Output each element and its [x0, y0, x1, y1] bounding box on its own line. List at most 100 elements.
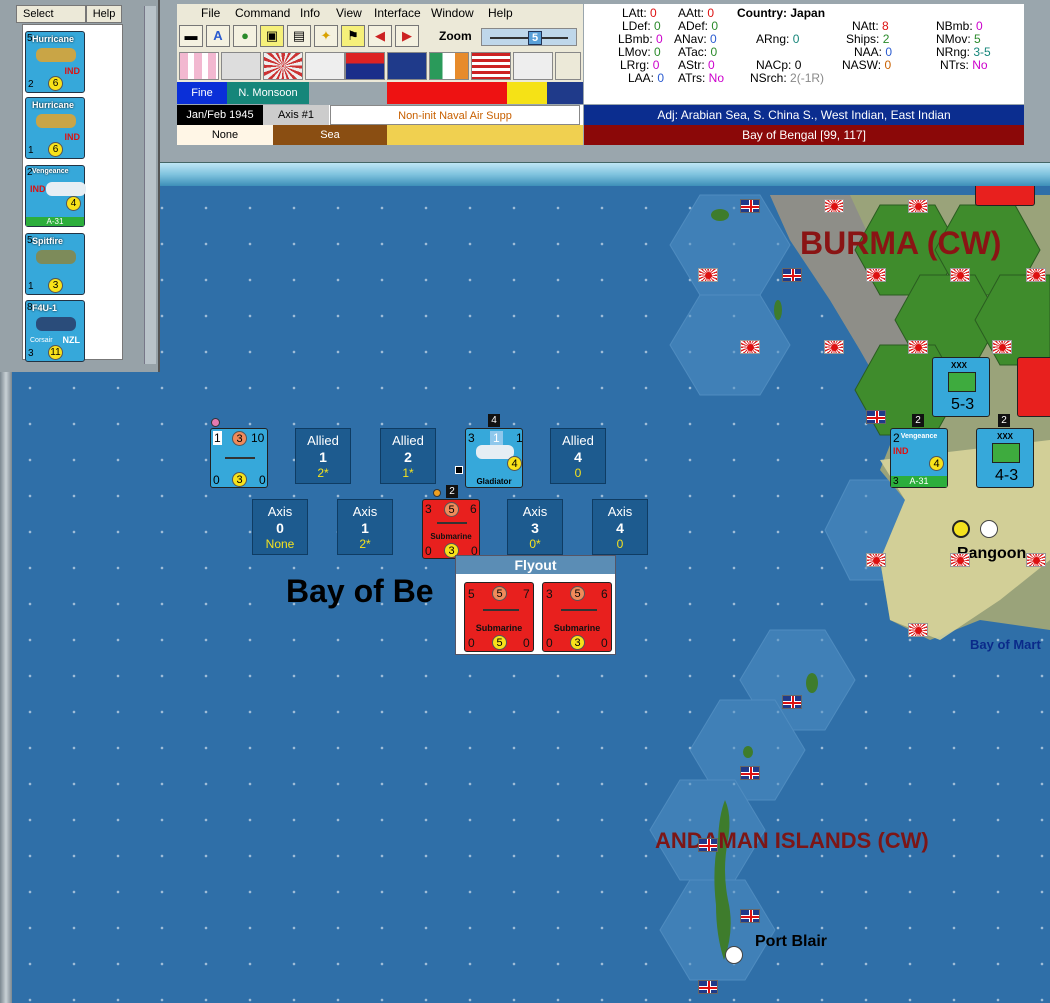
- menu-file[interactable]: File: [201, 6, 220, 20]
- nation-flag-icon[interactable]: [221, 52, 261, 80]
- submarine-counter[interactable]: 5 5 7 Submarine 0 5 0: [464, 582, 534, 652]
- counter-view-icon[interactable]: ▤: [287, 25, 311, 47]
- city-label-port-blair: Port Blair: [755, 933, 828, 950]
- convoy-counter[interactable]: 1 3 10 0 3 0: [210, 428, 268, 488]
- infantry-corps-counter[interactable]: XXX 4-3: [976, 428, 1034, 488]
- nation-flag-icon[interactable]: [429, 52, 469, 80]
- stack-count-badge: 2: [912, 414, 924, 427]
- submarine-counter[interactable]: 3 5 6 Submarine 0 3 0: [542, 582, 612, 652]
- toolbar: ▬ A ● ▣ ▤ ✦ ⚑ ◀ ▶ Zoom 5: [177, 22, 583, 50]
- flag-toggle-icon[interactable]: ⚑: [341, 25, 365, 47]
- menu-bar: File Command Info View Interface Window …: [177, 4, 583, 22]
- uk-control-flag-icon: [698, 838, 718, 852]
- port-marker[interactable]: [980, 520, 998, 538]
- naval-unit-filter-icon[interactable]: ●: [233, 25, 257, 47]
- japan-control-flag-icon: [698, 268, 718, 282]
- nation-flag-row: [177, 50, 583, 82]
- weather-zone: N. Monsoon: [227, 82, 309, 104]
- allied-search-box-2[interactable]: Allied 2 1*: [380, 428, 436, 484]
- adjacent-seas-bar: Adj: Arabian Sea, S. China S., West Indi…: [584, 105, 1024, 125]
- highlight-icon[interactable]: ✦: [314, 25, 338, 47]
- axis-search-box-1[interactable]: Axis 1 2*: [337, 499, 393, 555]
- hex-location-bar: Bay of Bengal [99, 117]: [584, 125, 1024, 145]
- arrow-left-icon[interactable]: ◀: [368, 25, 392, 47]
- uk-flag-icon[interactable]: [387, 52, 427, 80]
- menu-info[interactable]: Info: [300, 6, 320, 20]
- axis-search-box-0[interactable]: Axis 0 None: [252, 499, 308, 555]
- weather-row: Fine N. Monsoon: [177, 82, 583, 104]
- china-flag-icon[interactable]: [345, 52, 385, 80]
- stack-count-badge: 4: [488, 414, 500, 427]
- help-button[interactable]: Help: [86, 5, 122, 23]
- menu-help[interactable]: Help: [488, 6, 513, 20]
- japan-control-flag-icon: [908, 340, 928, 354]
- nation-flag-icon[interactable]: [513, 52, 553, 80]
- japanese-unit-counter[interactable]: [1017, 357, 1050, 417]
- top-control-panel: File Command Info View Interface Window …: [160, 0, 1050, 186]
- convoy-ships-icon: [225, 449, 255, 459]
- usa-flag-icon[interactable]: [471, 52, 511, 80]
- air-unit-filter-icon[interactable]: A: [206, 25, 230, 47]
- nation-flag-icon[interactable]: [305, 52, 345, 80]
- unit-card[interactable]: 8 F4U-1 NZL Corsair 3 11: [25, 300, 85, 362]
- country-name: Japan: [790, 6, 826, 20]
- terrain-sea: Sea: [273, 125, 387, 145]
- turn-display: Axis #1: [263, 105, 329, 125]
- axis-search-box-3[interactable]: Axis 3 0*: [507, 499, 563, 555]
- gladiator-air-counter[interactable]: 3 1 1 4 Gladiator: [465, 428, 523, 488]
- nation-flag-icon[interactable]: [179, 52, 219, 80]
- japan-control-flag-icon: [950, 553, 970, 567]
- stack-view-icon[interactable]: ▣: [260, 25, 284, 47]
- select-button[interactable]: Select: [16, 5, 86, 23]
- panel-scrollbar[interactable]: [144, 6, 156, 364]
- axis-search-box-4[interactable]: Axis 4 0: [592, 499, 648, 555]
- flyout-popup: Flyout 5 5 7 Submarine 0 5 0 3 5 6 Subma…: [455, 555, 616, 655]
- allied-search-box-4[interactable]: Allied 4 0: [550, 428, 606, 484]
- submarine-icon: [483, 601, 519, 611]
- infantry-corps-counter[interactable]: XXX 5-3: [932, 357, 990, 417]
- zoom-slider[interactable]: 5: [481, 28, 577, 46]
- selection-marker: [455, 466, 463, 474]
- unit-card[interactable]: Hurricane IND 1 6: [25, 97, 85, 159]
- infantry-symbol-icon: [948, 372, 976, 392]
- target-icon[interactable]: [555, 52, 581, 80]
- vengeance-air-counter[interactable]: 2 Vengeance IND 4 A-31 3: [890, 428, 948, 488]
- uk-control-flag-icon: [698, 980, 718, 994]
- fighter-plane-icon: [36, 48, 76, 62]
- unit-card[interactable]: 5 Hurricane IND 2 6: [25, 31, 85, 93]
- japan-control-flag-icon: [1026, 553, 1046, 567]
- sea-label-bay-of-martaban: Bay of Mart: [970, 637, 1041, 652]
- japan-control-flag-icon: [866, 553, 886, 567]
- zoom-slider-thumb[interactable]: 5: [528, 31, 542, 45]
- japan-control-flag-icon: [824, 199, 844, 213]
- submarine-counter[interactable]: 3 5 6 Submarine 0 3 0: [422, 499, 480, 559]
- unit-card-list[interactable]: 5 Hurricane IND 2 6 Hurricane IND 1 6 2 …: [22, 24, 123, 362]
- region-label-andaman: ANDAMAN ISLANDS (CW): [655, 828, 929, 853]
- uk-control-flag-icon: [782, 268, 802, 282]
- stack-count-badge: 2: [998, 414, 1010, 427]
- uk-control-flag-icon: [740, 909, 760, 923]
- japan-flag-icon[interactable]: [263, 52, 303, 80]
- menu-interface[interactable]: Interface: [374, 6, 421, 20]
- unit-card[interactable]: 5 Spitfire 1 3: [25, 233, 85, 295]
- allied-search-box-1[interactable]: Allied 1 2*: [295, 428, 351, 484]
- arrow-right-icon[interactable]: ▶: [395, 25, 419, 47]
- weather-spacer: [309, 82, 387, 104]
- port-marker[interactable]: [725, 946, 743, 964]
- weather-status: Fine: [177, 82, 227, 104]
- japan-control-flag-icon: [908, 623, 928, 637]
- fighter-plane-icon: [36, 114, 76, 128]
- japan-control-flag-icon: [824, 340, 844, 354]
- japan-control-flag-icon: [740, 340, 760, 354]
- bomber-plane-icon: [46, 182, 86, 196]
- land-unit-filter-icon[interactable]: ▬: [179, 25, 203, 47]
- menu-command[interactable]: Command: [235, 6, 290, 20]
- fighter-plane-icon: [36, 250, 76, 264]
- capital-city-marker[interactable]: [952, 520, 970, 538]
- region-label-burma: BURMA (CW): [800, 225, 1002, 261]
- unit-card[interactable]: 2 Vengeance IND 4 A-31: [25, 165, 86, 227]
- menu-view[interactable]: View: [336, 6, 362, 20]
- date-display: Jan/Feb 1945: [177, 105, 263, 125]
- weather-bar-yellow: [507, 82, 547, 104]
- menu-window[interactable]: Window: [431, 6, 474, 20]
